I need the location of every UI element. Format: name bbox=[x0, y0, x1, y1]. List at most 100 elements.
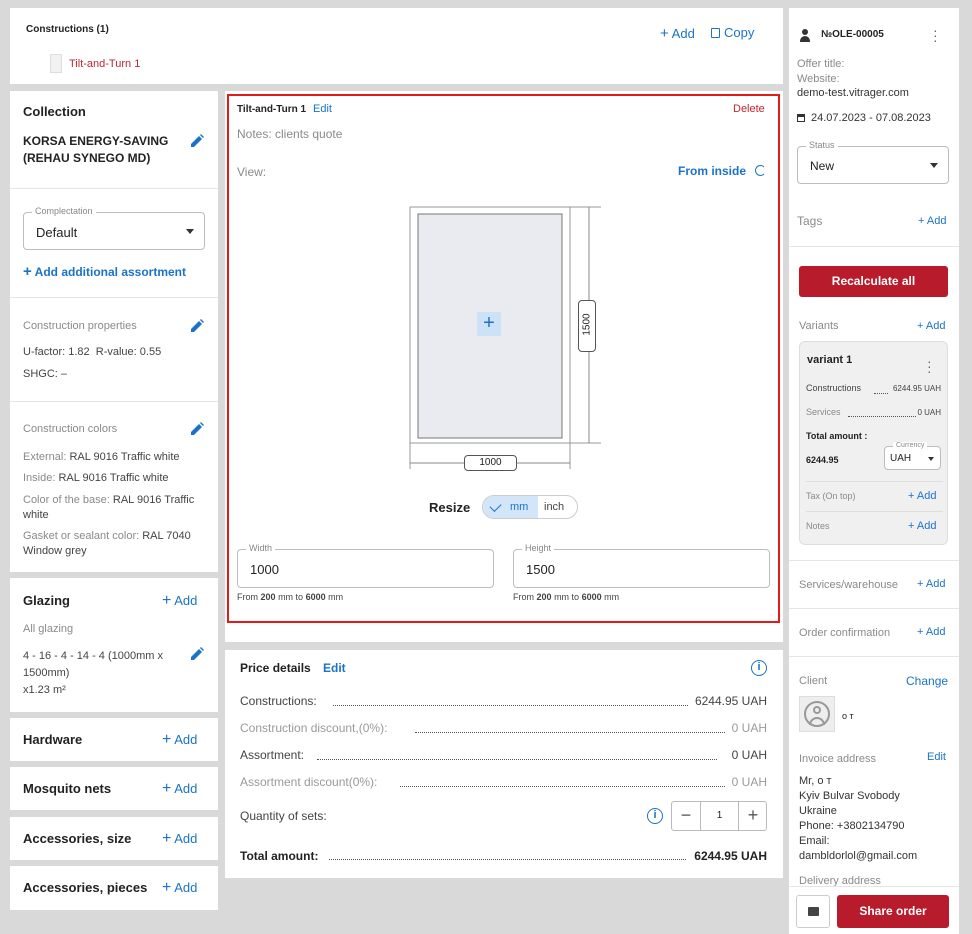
view-toggle-button[interactable]: From inside bbox=[678, 164, 767, 178]
edit-collection-icon[interactable] bbox=[189, 133, 205, 149]
add-construction-button[interactable]: + Add bbox=[660, 25, 695, 42]
height-range-hint: From 200 mm to 6000 mm bbox=[513, 592, 620, 602]
plus-icon: + bbox=[917, 626, 924, 638]
add-tax-button[interactable]: + Add bbox=[908, 490, 936, 502]
unit-toggle[interactable]: mm inch bbox=[482, 495, 578, 519]
variants-label: Variants bbox=[799, 320, 839, 332]
chevron-down-icon bbox=[928, 457, 934, 461]
add-service-button[interactable]: + Add bbox=[917, 578, 945, 590]
price-row-value: 0 UAH bbox=[731, 775, 767, 789]
quantity-info-icon[interactable]: i bbox=[647, 808, 663, 824]
variant-services-label: Services bbox=[806, 407, 841, 417]
avatar-icon bbox=[804, 701, 830, 727]
price-row-label: Assortment discount(0%): bbox=[240, 775, 378, 789]
base-color: Color of the base: RAL 9016 Traffic whit… bbox=[23, 494, 195, 521]
add-glazing-button[interactable]: + Add bbox=[162, 592, 197, 610]
share-order-button[interactable]: Share order bbox=[837, 895, 949, 928]
unit-inch-option[interactable]: inch bbox=[544, 496, 564, 518]
external-color: External: RAL 9016 Traffic white bbox=[23, 451, 180, 463]
ufactor-value: U-factor: 1.82 bbox=[23, 346, 90, 358]
change-client-button[interactable]: Change bbox=[906, 674, 948, 688]
construction-thumbnail[interactable] bbox=[50, 54, 62, 73]
chat-icon bbox=[808, 907, 819, 916]
decrement-button[interactable]: − bbox=[672, 802, 701, 830]
construction-colors-title: Construction colors bbox=[23, 423, 118, 435]
add-order-confirmation-button[interactable]: + Add bbox=[917, 626, 945, 638]
glazing-title: Glazing bbox=[23, 593, 70, 608]
plus-icon: + bbox=[162, 592, 172, 609]
client-name: о т bbox=[842, 711, 854, 721]
width-input[interactable]: Width 1000 bbox=[237, 543, 494, 588]
price-edit-button[interactable]: Edit bbox=[323, 661, 346, 675]
edit-colors-icon[interactable] bbox=[189, 421, 205, 437]
price-row-label: Construction discount,(0%): bbox=[240, 721, 388, 735]
quantity-stepper[interactable]: − 1 + bbox=[671, 801, 767, 831]
unit-mm-option[interactable]: mm bbox=[483, 496, 538, 518]
info-icon[interactable]: i bbox=[751, 660, 767, 676]
add-tag-button[interactable]: + Add bbox=[918, 215, 946, 227]
gasket-color: Gasket or sealant color: RAL 7040 Window… bbox=[23, 530, 191, 557]
copy-icon bbox=[711, 28, 720, 38]
construction-item-link[interactable]: Tilt-and-Turn 1 bbox=[69, 58, 140, 70]
add-sash-button[interactable]: + bbox=[477, 312, 501, 336]
chat-button[interactable] bbox=[796, 895, 830, 928]
section-add-button[interactable]: + Add bbox=[162, 879, 197, 897]
address-line: Email: bbox=[799, 835, 830, 847]
recalculate-all-button[interactable]: Recalculate all bbox=[799, 266, 948, 297]
complectation-select[interactable]: Complectation Default bbox=[23, 206, 205, 250]
order-number: №OLE-00005 bbox=[821, 29, 884, 40]
currency-select[interactable]: Currency UAH bbox=[884, 442, 941, 470]
website-value: demo-test.vitrager.com bbox=[797, 87, 909, 99]
width-dimension-input[interactable]: 1000 bbox=[464, 455, 517, 471]
inside-color: Inside: RAL 9016 Traffic white bbox=[23, 472, 169, 484]
add-variant-button[interactable]: + Add bbox=[917, 320, 945, 332]
more-options-icon[interactable]: · · · bbox=[933, 23, 939, 47]
edit-properties-icon[interactable] bbox=[189, 318, 205, 334]
delete-construction-button[interactable]: Delete bbox=[733, 103, 765, 115]
editor-notes: Notes: clients quote bbox=[237, 127, 343, 141]
status-select[interactable]: Status New bbox=[797, 140, 949, 184]
add-assortment-button[interactable]: + Add additional assortment bbox=[23, 263, 186, 280]
client-label: Client bbox=[799, 675, 828, 687]
quantity-value[interactable]: 1 bbox=[701, 802, 738, 830]
notes-label: Notes bbox=[806, 521, 830, 531]
view-label: View: bbox=[237, 165, 267, 179]
shgc-value: SHGC: – bbox=[23, 368, 68, 380]
edit-glazing-icon[interactable] bbox=[189, 646, 205, 662]
price-row-value: 0 UAH bbox=[731, 748, 767, 762]
plus-icon: + bbox=[162, 780, 172, 797]
height-dimension-input[interactable]: 1500 bbox=[578, 300, 596, 352]
height-input[interactable]: Height 1500 bbox=[513, 543, 770, 588]
plus-icon: + bbox=[660, 25, 669, 42]
total-amount-label: Total amount: bbox=[240, 849, 319, 863]
add-notes-button[interactable]: + Add bbox=[908, 520, 936, 532]
plus-icon: + bbox=[908, 490, 915, 502]
chevron-down-icon bbox=[930, 163, 938, 168]
glazing-panel: Glazing + Add All glazing 4 - 16 - 4 - 1… bbox=[10, 578, 218, 712]
increment-button[interactable]: + bbox=[738, 802, 767, 830]
section-accessories-size: Accessories, size + Add bbox=[10, 817, 218, 860]
construction-editor-panel: Tilt-and-Turn 1 Edit Delete Notes: clien… bbox=[225, 91, 783, 642]
check-icon bbox=[489, 499, 502, 513]
variant-card[interactable]: variant 1 · · · Constructions 6244.95 UAH … bbox=[799, 341, 948, 545]
offer-title-label: Offer title: bbox=[797, 58, 845, 70]
plus-icon: + bbox=[917, 578, 924, 590]
calendar-icon bbox=[797, 114, 805, 122]
collection-name: KORSA ENERGY-SAVING (REHAU SYNEGO MD) bbox=[23, 134, 169, 165]
plus-icon: + bbox=[23, 263, 32, 280]
edit-invoice-address-button[interactable]: Edit bbox=[927, 751, 946, 763]
address-line: Mr, о т bbox=[799, 775, 832, 787]
section-add-button[interactable]: + Add bbox=[162, 731, 197, 749]
copy-construction-button[interactable]: Copy bbox=[711, 25, 754, 40]
date-range: 24.07.2023 - 07.08.2023 bbox=[811, 112, 931, 124]
section-title: Accessories, pieces bbox=[23, 880, 148, 895]
section-add-button[interactable]: + Add bbox=[162, 780, 197, 798]
section-add-button[interactable]: + Add bbox=[162, 830, 197, 848]
refresh-icon bbox=[755, 165, 767, 176]
variant-more-icon[interactable]: · · · bbox=[927, 354, 932, 378]
section-title: Hardware bbox=[23, 732, 83, 747]
plus-icon: + bbox=[162, 731, 172, 748]
section-accessories-pieces: Accessories, pieces + Add bbox=[10, 866, 218, 910]
quantity-label: Quantity of sets: bbox=[240, 809, 327, 823]
editor-edit-button[interactable]: Edit bbox=[313, 103, 332, 115]
